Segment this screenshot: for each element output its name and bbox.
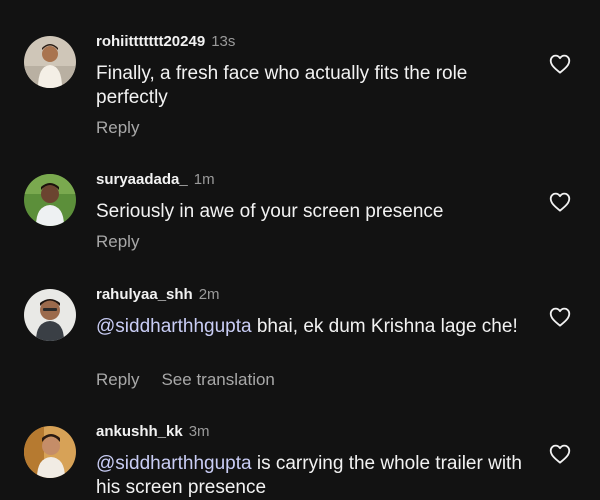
avatar[interactable] — [24, 36, 76, 88]
heart-outline-icon[interactable] — [549, 54, 571, 74]
user-avatar-icon — [24, 174, 76, 226]
comment-username[interactable]: suryaadada_ — [96, 171, 188, 188]
reply-button[interactable]: Reply — [96, 232, 139, 251]
comment-timestamp: 1m — [193, 171, 215, 188]
comment-meta: rahulyaa_shh 2m — [96, 286, 220, 304]
user-avatar-icon — [24, 289, 76, 341]
avatar[interactable] — [24, 174, 76, 226]
user-avatar-icon — [24, 426, 76, 478]
heart-outline-icon[interactable] — [549, 444, 571, 464]
comment-timestamp: 13s — [211, 33, 236, 50]
comment-timestamp: 3m — [188, 423, 210, 440]
comment-text: @siddharthhgupta is carrying the whole t… — [96, 452, 526, 500]
comment-username[interactable]: rohiittttttt20249 — [96, 33, 205, 50]
comment-text: @siddharthhgupta bhai, ek dum Krishna la… — [96, 315, 526, 339]
reply-button[interactable]: Reply — [96, 118, 139, 137]
see-translation-button[interactable]: See translation — [161, 370, 274, 389]
comment-text: Finally, a fresh face who actually fits … — [96, 63, 468, 108]
user-avatar-icon — [24, 36, 76, 88]
comment-username[interactable]: ankushh_kk — [96, 423, 183, 440]
avatar[interactable] — [24, 426, 76, 478]
heart-outline-icon[interactable] — [549, 307, 571, 327]
comment-actions: Reply — [96, 232, 139, 252]
comment-timestamp: 2m — [198, 286, 220, 303]
comment-meta: rohiittttttt20249 13s — [96, 33, 235, 51]
comment-meta: ankushh_kk 3m — [96, 423, 210, 441]
reply-button[interactable]: Reply — [96, 370, 139, 389]
comment-meta: suryaadada_ 1m — [96, 171, 215, 189]
mention-link[interactable]: @siddharthhgupta — [96, 316, 252, 337]
heart-outline-icon[interactable] — [549, 192, 571, 212]
comment-username[interactable]: rahulyaa_shh — [96, 286, 193, 303]
mention-link[interactable]: @siddharthhgupta — [96, 453, 252, 474]
comment-actions: Reply — [96, 118, 139, 138]
comment-actions: Reply See translation — [96, 370, 275, 390]
comment-body: bhai, ek dum Krishna lage che! — [251, 316, 518, 337]
comment-text: Seriously in awe of your screen presence — [96, 201, 444, 222]
avatar[interactable] — [24, 289, 76, 341]
